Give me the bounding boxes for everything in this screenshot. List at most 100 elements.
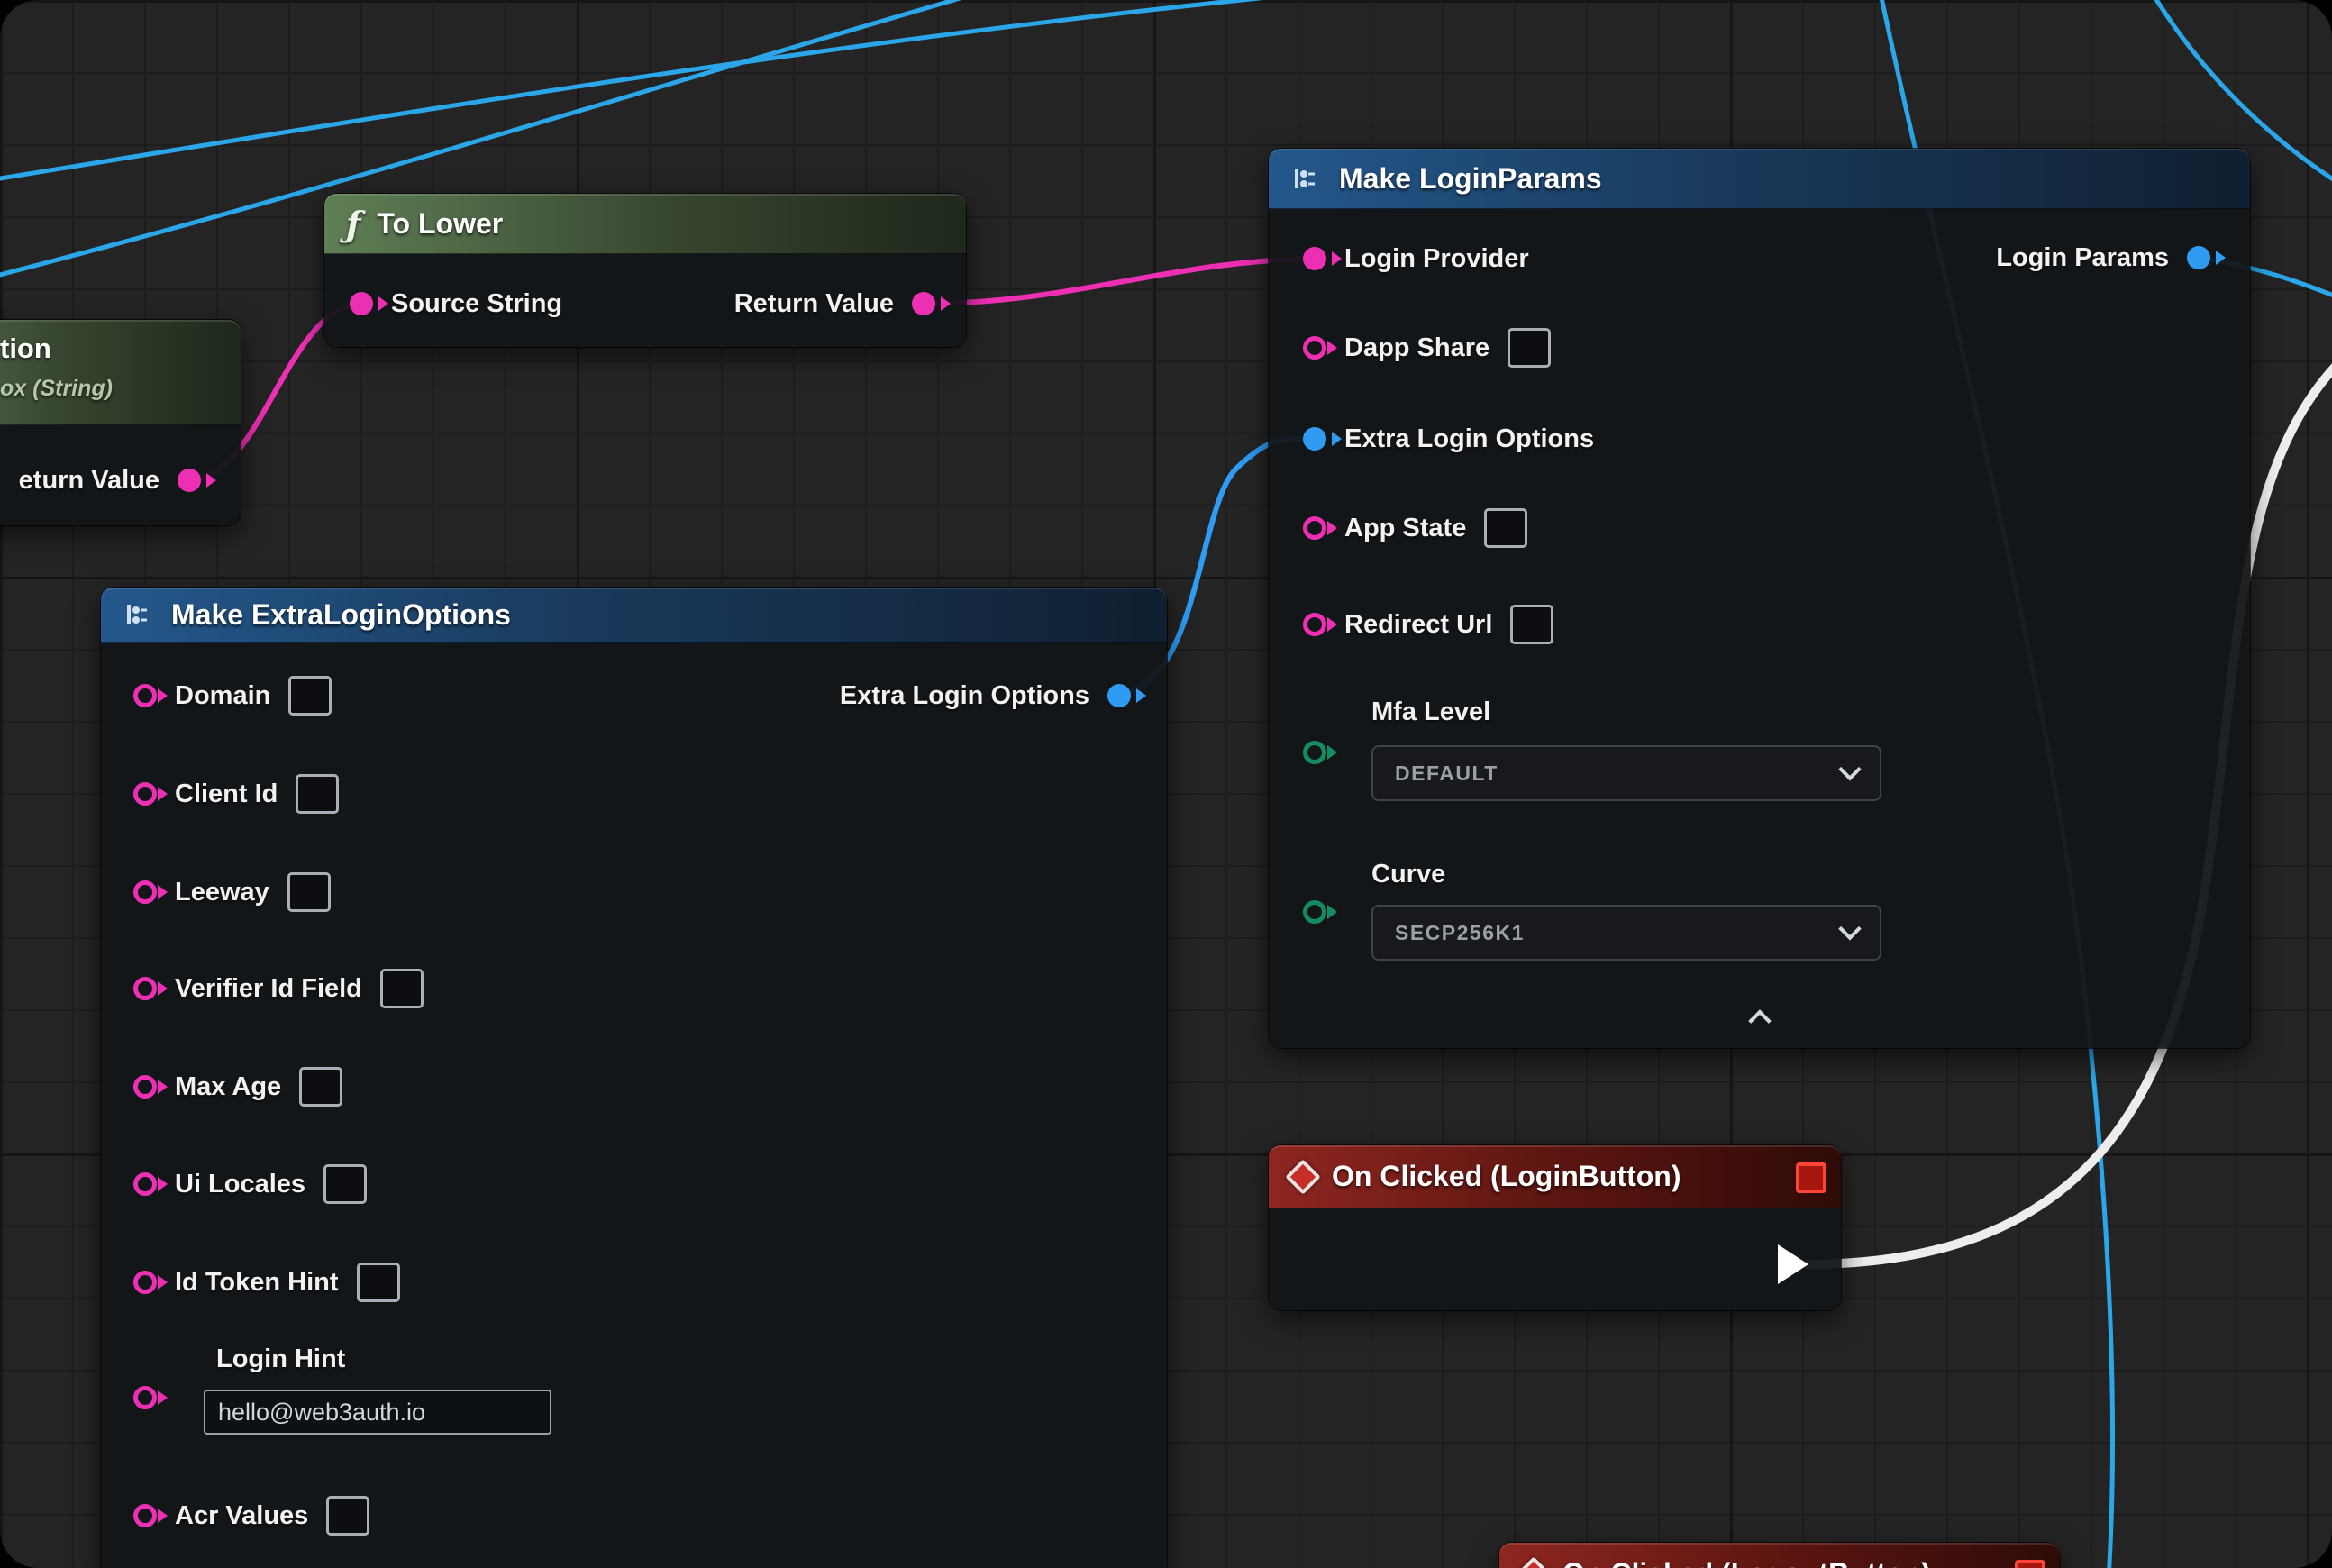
ui-locales-entry-box[interactable] xyxy=(323,1164,367,1204)
pin-row-ui-locales: Ui Locales xyxy=(133,1159,367,1209)
output-pin-login-params[interactable] xyxy=(2187,246,2210,269)
node-make-extra-login-options[interactable]: Make ExtraLoginOptions Extra Login Optio… xyxy=(101,588,1167,1568)
pin-label: Ui Locales xyxy=(175,1170,305,1199)
output-pin-string[interactable] xyxy=(178,469,201,492)
node-title: To Lower xyxy=(377,207,503,241)
blueprint-canvas[interactable]: tion ox (String) eturn Value ƒ To Lower … xyxy=(0,0,2332,1568)
pin-label: Leeway xyxy=(175,878,269,907)
input-pin-ui-locales[interactable] xyxy=(133,1172,157,1196)
curve-dropdown[interactable]: SECP256K1 xyxy=(1371,905,1881,961)
input-pin-domain[interactable] xyxy=(133,684,157,707)
pin-label: Return Value xyxy=(734,289,894,319)
wire-exec-top-2[interactable] xyxy=(0,0,1352,180)
node-subtitle: ox (String) xyxy=(0,376,113,402)
client-id-entry-box[interactable] xyxy=(296,774,339,814)
pin-label: Redirect Url xyxy=(1344,610,1492,640)
leeway-entry-box[interactable] xyxy=(287,872,331,912)
input-pin-curve[interactable] xyxy=(1303,900,1326,924)
input-pin-login-hint[interactable] xyxy=(133,1386,157,1409)
collapse-chevron-button[interactable] xyxy=(1752,1013,1768,1034)
pin-row-login-hint: Login Hint xyxy=(133,1345,692,1462)
to-lower-header[interactable]: ƒ To Lower xyxy=(324,194,966,254)
pin-label: Source String xyxy=(391,289,562,319)
input-pin-acr-values[interactable] xyxy=(133,1504,157,1527)
pin-row-login-provider: Login Provider xyxy=(1303,233,1529,284)
pin-label: Domain xyxy=(175,681,270,711)
pin-label: Client Id xyxy=(175,779,278,809)
node-title: On Clicked (LoginButton) xyxy=(1332,1160,1681,1193)
event-diamond-icon xyxy=(1285,1159,1321,1195)
pin-label: Max Age xyxy=(175,1072,281,1102)
dapp-share-entry-box[interactable] xyxy=(1508,328,1551,368)
mfa-level-value: DEFAULT xyxy=(1395,761,1498,786)
pin-row-redirect-url: Redirect Url xyxy=(1303,599,1553,650)
pin-row-leeway: Leeway xyxy=(133,867,331,917)
pin-label: eturn Value xyxy=(19,466,159,496)
pin-row-extra-login-options: Extra Login Options xyxy=(1303,414,1594,464)
pin-label: Acr Values xyxy=(175,1501,308,1531)
domain-entry-box[interactable] xyxy=(288,676,332,716)
output-pin-extra-login-options[interactable] xyxy=(1107,684,1131,707)
max-age-entry-box[interactable] xyxy=(299,1067,342,1107)
partial-node-header[interactable]: tion ox (String) xyxy=(0,320,241,425)
node-on-clicked-logout-button[interactable]: On Clicked (LogoutButton) xyxy=(1499,1543,2060,1568)
pin-label: Login Hint xyxy=(216,1345,345,1374)
input-pin-extra-login-options[interactable] xyxy=(1303,427,1326,451)
node-on-clicked-login-button[interactable]: On Clicked (LoginButton) xyxy=(1269,1145,1841,1310)
on-clicked-logout-header[interactable]: On Clicked (LogoutButton) xyxy=(1499,1543,2060,1568)
app-state-entry-box[interactable] xyxy=(1484,508,1527,548)
pin-label: Extra Login Options xyxy=(840,681,1089,711)
pin-row-id-token-hint: Id Token Hint xyxy=(133,1257,400,1308)
node-title: Make ExtraLoginOptions xyxy=(171,598,511,632)
mfa-level-dropdown[interactable]: DEFAULT xyxy=(1371,745,1881,801)
input-pin-source-string[interactable] xyxy=(350,292,373,315)
pin-row-dapp-share: Dapp Share xyxy=(1303,323,1551,373)
id-token-hint-entry-box[interactable] xyxy=(357,1263,400,1302)
wire-string-tolower-to-provider[interactable] xyxy=(924,259,1313,304)
node-make-login-params[interactable]: Make LoginParams Login Params Login Prov… xyxy=(1269,149,2250,1048)
pin-label: Verifier Id Field xyxy=(175,974,362,1004)
pin-row-acr-values: Acr Values xyxy=(133,1491,369,1541)
on-clicked-login-header[interactable]: On Clicked (LoginButton) xyxy=(1269,1145,1841,1208)
input-pin-mfa-level[interactable] xyxy=(1303,741,1326,764)
input-pin-leeway[interactable] xyxy=(133,880,157,904)
pin-label: Mfa Level xyxy=(1371,697,1490,727)
pin-row-extra-output: Extra Login Options xyxy=(840,670,1131,721)
input-pin-app-state[interactable] xyxy=(1303,516,1326,540)
pin-row-verifier-id-field: Verifier Id Field xyxy=(133,963,424,1014)
node-title: Make LoginParams xyxy=(1339,162,1602,196)
input-pin-redirect-url[interactable] xyxy=(1303,613,1326,636)
acr-values-entry-box[interactable] xyxy=(326,1496,369,1536)
make-login-params-header[interactable]: Make LoginParams xyxy=(1269,149,2250,209)
pin-row-login-params-output: Login Params xyxy=(1996,232,2210,283)
event-diamond-icon xyxy=(1516,1556,1552,1568)
delegate-pin[interactable] xyxy=(1796,1162,1826,1193)
pin-row-app-state: App State xyxy=(1303,503,1527,553)
pin-label: Curve xyxy=(1371,860,1445,889)
pin-row-client-id: Client Id xyxy=(133,769,339,819)
pin-label: App State xyxy=(1344,514,1466,543)
chevron-down-icon xyxy=(1838,758,1861,780)
node-to-lower[interactable]: ƒ To Lower Source String Return Value xyxy=(324,194,966,347)
chevron-up-icon xyxy=(1748,1009,1771,1032)
node-partial-function[interactable]: tion ox (String) eturn Value xyxy=(0,320,241,525)
redirect-url-entry-box[interactable] xyxy=(1510,605,1553,644)
output-pin-return-value[interactable] xyxy=(912,292,935,315)
blueprint-editor: tion ox (String) eturn Value ƒ To Lower … xyxy=(0,0,2332,1568)
node-title: tion xyxy=(0,333,51,365)
input-pin-login-provider[interactable] xyxy=(1303,247,1326,270)
input-pin-max-age[interactable] xyxy=(133,1075,157,1099)
pin-row-max-age: Max Age xyxy=(133,1062,342,1112)
verifier-id-field-entry-box[interactable] xyxy=(380,969,424,1008)
input-pin-client-id[interactable] xyxy=(133,782,157,806)
login-hint-input[interactable] xyxy=(204,1390,551,1435)
input-pin-verifier-id-field[interactable] xyxy=(133,977,157,1000)
delegate-pin[interactable] xyxy=(2015,1560,2045,1568)
curve-value: SECP256K1 xyxy=(1395,921,1525,945)
input-pin-dapp-share[interactable] xyxy=(1303,336,1326,360)
input-pin-id-token-hint[interactable] xyxy=(133,1271,157,1294)
pin-label: Login Params xyxy=(1996,243,2169,273)
make-extra-header[interactable]: Make ExtraLoginOptions xyxy=(101,588,1167,643)
function-icon: ƒ xyxy=(346,204,360,244)
exec-output-pin[interactable] xyxy=(1778,1244,1808,1284)
